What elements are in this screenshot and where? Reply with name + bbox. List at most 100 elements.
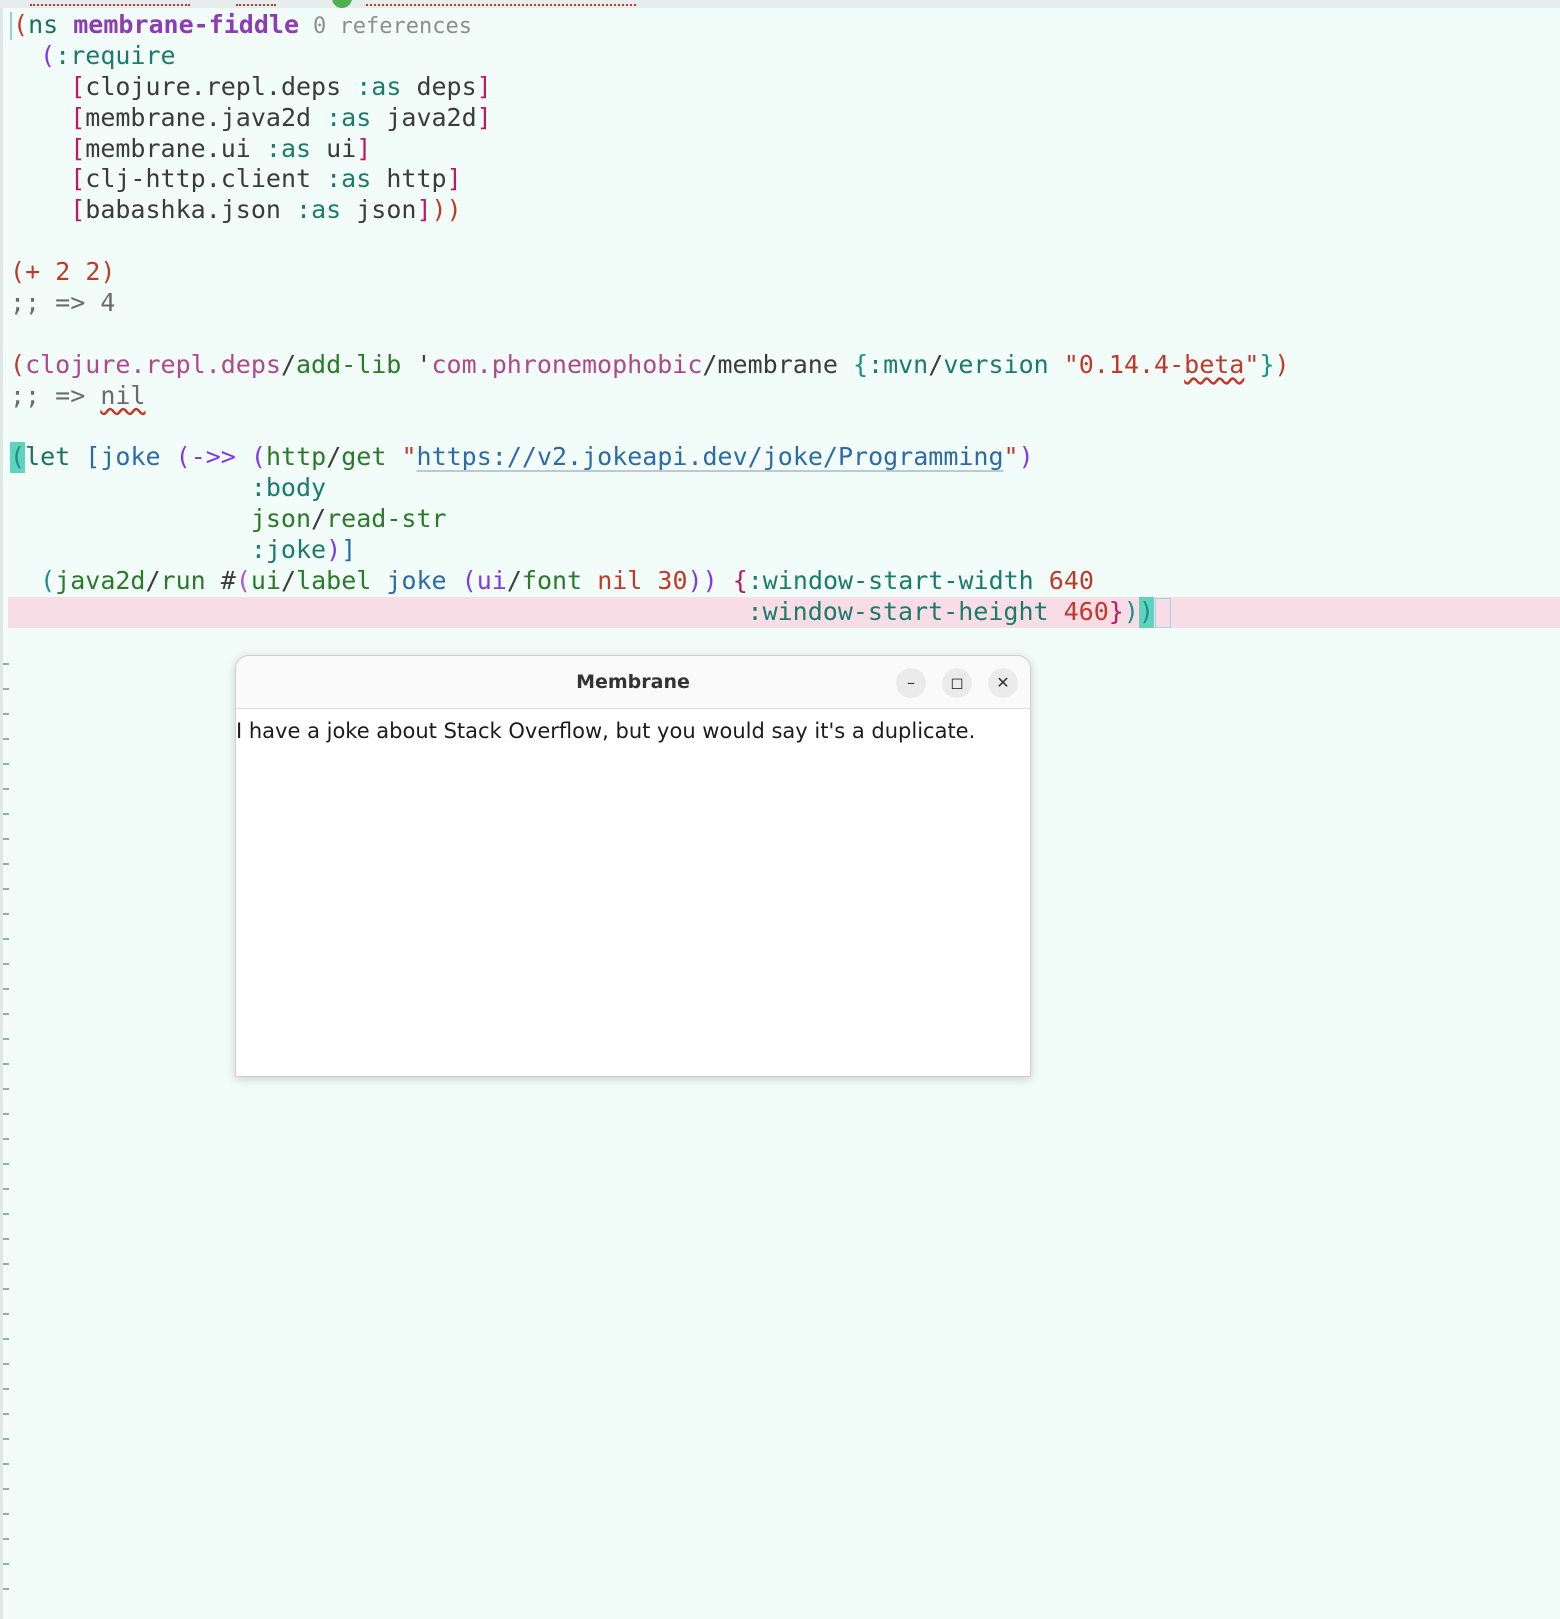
paren: ) — [1018, 442, 1034, 472]
alias: http — [386, 164, 447, 194]
paren: ( — [461, 566, 477, 596]
code-line-17: json/read-str — [10, 504, 1560, 535]
lib-name: membrane.ui — [85, 133, 251, 163]
text-cursor — [1154, 597, 1171, 628]
lib-name: membrane.java2d — [85, 102, 312, 132]
bracket: [ — [70, 133, 86, 163]
paren: ( — [10, 442, 26, 472]
version-string-beta: beta — [1184, 349, 1245, 379]
as-keyword: :as — [296, 195, 342, 225]
slash: / — [702, 349, 718, 379]
keyword: :joke — [250, 535, 327, 565]
artifact-id: membrane — [717, 349, 838, 379]
window-content: I have a joke about Stack Overflow, but … — [236, 709, 1030, 747]
code-line-10: ;; => 4 — [10, 288, 1560, 319]
bracket: ] — [416, 195, 432, 225]
keyword: :window-start-height — [747, 596, 1049, 626]
paren: ( — [13, 10, 29, 39]
empty-line-markers — [3, 640, 9, 1600]
line-marker — [10, 12, 12, 40]
code-line-1: (ns membrane-fiddle 0 references — [10, 10, 1560, 41]
bracket: ] — [341, 535, 357, 565]
lib-name: babashka.json — [85, 195, 281, 225]
namespace: ui — [250, 566, 281, 596]
keyword: version — [943, 349, 1049, 379]
references-lens[interactable]: 0 references — [313, 14, 472, 39]
code-line-13: ;; => nil — [10, 381, 1560, 412]
slash: / — [326, 442, 342, 472]
paren: ( — [10, 257, 26, 287]
code-line-3: [clojure.repl.deps :as deps] — [10, 72, 1560, 103]
window-titlebar[interactable]: Membrane – ◻ ✕ — [236, 656, 1030, 709]
bracket: [ — [70, 71, 86, 101]
as-keyword: :as — [326, 102, 372, 132]
code-line-2: (:require — [10, 41, 1560, 72]
maximize-icon: ◻ — [950, 673, 964, 692]
alias: json — [356, 195, 417, 225]
thread-last-macro: ->> — [190, 442, 236, 472]
code-line-20-current: :window-start-height 460})) — [8, 596, 1560, 628]
namespace: java2d — [55, 566, 146, 596]
paren: ( — [40, 566, 56, 596]
code-editor[interactable]: (ns membrane-fiddle 0 references (:requir… — [8, 10, 1560, 628]
keyword-ns: :mvn — [868, 349, 929, 379]
minimize-button[interactable]: – — [896, 668, 926, 698]
eval-result-comment: ;; => 4 — [10, 288, 116, 318]
tab-fragment[interactable] — [366, 0, 636, 6]
function-name: run — [160, 566, 206, 596]
url-string[interactable]: https://v2.jokeapi.dev/joke/Programming — [417, 442, 1004, 471]
slash: / — [145, 566, 161, 596]
paren: )) — [687, 566, 718, 596]
paren: ( — [250, 442, 266, 472]
paren: ( — [175, 442, 191, 472]
paren: ) — [326, 535, 342, 565]
membrane-window[interactable]: Membrane – ◻ ✕ I have a joke about Stack… — [235, 655, 1031, 1077]
as-keyword: :as — [265, 133, 312, 163]
maximize-button[interactable]: ◻ — [942, 668, 972, 698]
alias: deps — [416, 71, 477, 101]
keyword: :window-start-width — [747, 566, 1034, 596]
quote: " — [401, 442, 417, 472]
number: 2 — [55, 257, 71, 287]
namespace-name: membrane-fiddle — [73, 10, 300, 39]
slash: / — [280, 349, 296, 379]
bracket: [ — [70, 164, 86, 194]
bracket: ] — [356, 133, 372, 163]
paren: ) — [100, 257, 116, 287]
quote: " — [1244, 349, 1260, 379]
code-line-12: (clojure.repl.deps/add-lib 'com.phronemo… — [10, 350, 1560, 381]
code-line-9: (+ 2 2) — [10, 257, 1560, 288]
function-name: font — [521, 566, 583, 596]
function-name: add-lib — [296, 349, 402, 379]
lib-name: clj-http.client — [85, 164, 312, 194]
code-line-4: [membrane.java2d :as java2d] — [10, 103, 1560, 134]
require-keyword: :require — [55, 40, 176, 70]
quote: " — [1063, 349, 1079, 379]
namespace: http — [265, 442, 327, 472]
tab-fragment[interactable] — [236, 0, 276, 6]
paren: ( — [10, 349, 26, 379]
slash: / — [281, 566, 297, 596]
namespace: ui — [476, 566, 507, 596]
code-line-5: [membrane.ui :as ui] — [10, 134, 1560, 165]
tab-fragment[interactable] — [30, 0, 190, 6]
number: 460 — [1063, 596, 1109, 626]
code-line-18: :joke)] — [10, 535, 1560, 566]
minimize-icon: – — [907, 673, 915, 692]
operator: + — [25, 257, 41, 287]
close-button[interactable]: ✕ — [988, 668, 1018, 698]
code-line-15: (let [joke (->> (http/get "https://v2.jo… — [10, 442, 1560, 474]
paren: ( — [40, 40, 56, 70]
bracket: ] — [476, 71, 492, 101]
bracket: [ — [85, 442, 101, 472]
nil-literal: nil — [597, 566, 643, 596]
group-id: com.phronemophobic — [431, 349, 703, 379]
function-name: label — [296, 566, 372, 596]
eval-result-nil: nil — [100, 380, 146, 410]
code-line-16: :body — [10, 473, 1560, 504]
brace: { — [732, 566, 748, 596]
bracket: [ — [70, 195, 86, 225]
binding-name: joke — [100, 442, 161, 472]
